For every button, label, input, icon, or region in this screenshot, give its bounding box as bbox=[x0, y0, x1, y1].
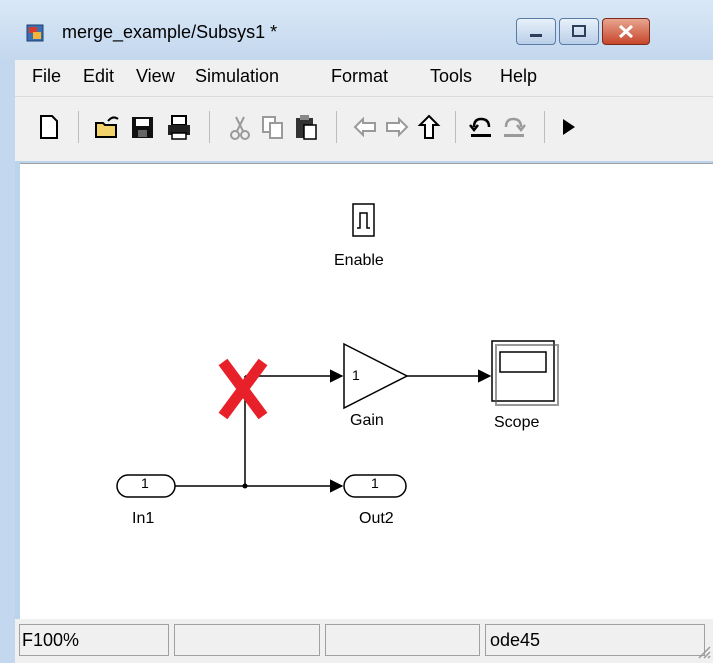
enable-label: Enable bbox=[334, 252, 384, 269]
enable-block[interactable] bbox=[352, 203, 375, 237]
status-zoom-cell: F100% bbox=[19, 624, 169, 656]
close-button[interactable] bbox=[602, 18, 650, 45]
toolbar bbox=[15, 96, 713, 161]
out2-port-number: 1 bbox=[371, 475, 379, 491]
status-cell-empty bbox=[174, 624, 320, 656]
forward-icon[interactable] bbox=[384, 113, 410, 141]
title-bar[interactable]: merge_example/Subsys1 * bbox=[0, 0, 713, 60]
cut-icon[interactable] bbox=[227, 113, 253, 141]
model-canvas[interactable]: Enable 1 Gain Scope 1 In1 1 Out2 bbox=[20, 163, 713, 619]
menu-edit[interactable]: Edit bbox=[83, 66, 114, 87]
menu-tools[interactable]: Tools bbox=[430, 66, 472, 87]
gain-label: Gain bbox=[350, 412, 384, 429]
play-icon[interactable] bbox=[556, 113, 582, 141]
maximize-button[interactable] bbox=[559, 18, 599, 45]
simulink-app-icon bbox=[26, 24, 44, 42]
menu-format[interactable]: Format bbox=[331, 66, 388, 87]
block-diagram bbox=[116, 203, 559, 498]
minimize-button[interactable] bbox=[516, 18, 556, 45]
open-icon[interactable] bbox=[94, 113, 120, 141]
undo-icon[interactable] bbox=[468, 113, 494, 141]
copy-icon[interactable] bbox=[260, 113, 286, 141]
in1-label: In1 bbox=[132, 510, 155, 527]
menu-help[interactable]: Help bbox=[500, 66, 537, 87]
zoom-level: 100% bbox=[33, 630, 80, 650]
error-x-mark bbox=[218, 358, 268, 420]
solver-cell: ode45 bbox=[485, 624, 705, 656]
status-cell-empty bbox=[325, 624, 480, 656]
scope-label: Scope bbox=[494, 414, 540, 431]
status-bar: F100% ode45 bbox=[15, 619, 713, 663]
gain-value: 1 bbox=[352, 367, 360, 383]
out2-label: Out2 bbox=[359, 510, 394, 527]
scope-block[interactable] bbox=[491, 340, 559, 406]
print-icon[interactable] bbox=[166, 113, 192, 141]
simulink-window: merge_example/Subsys1 * File Edit View S… bbox=[0, 0, 713, 663]
back-icon[interactable] bbox=[352, 113, 378, 141]
toolbar-separator bbox=[544, 111, 545, 143]
maximize-icon bbox=[572, 25, 586, 37]
menu-file[interactable]: File bbox=[32, 66, 61, 87]
redo-icon[interactable] bbox=[501, 113, 527, 141]
in1-port-number: 1 bbox=[141, 475, 149, 491]
menu-simulation[interactable]: Simulation bbox=[195, 66, 279, 87]
close-icon bbox=[618, 24, 634, 39]
window-title: merge_example/Subsys1 * bbox=[62, 22, 278, 42]
toolbar-separator bbox=[78, 111, 79, 143]
resize-grip-icon[interactable] bbox=[695, 643, 711, 659]
toolbar-separator bbox=[455, 111, 456, 143]
minimize-icon bbox=[530, 34, 542, 37]
new-icon[interactable] bbox=[36, 113, 62, 141]
menu-view[interactable]: View bbox=[136, 66, 175, 87]
toolbar-separator bbox=[209, 111, 210, 143]
status-cell-prefix: F bbox=[22, 630, 33, 650]
window-border bbox=[0, 60, 15, 663]
paste-icon[interactable] bbox=[293, 113, 319, 141]
save-icon[interactable] bbox=[130, 113, 156, 141]
up-icon[interactable] bbox=[416, 113, 442, 141]
signal-lines bbox=[175, 369, 492, 493]
toolbar-separator bbox=[336, 111, 337, 143]
menu-bar: File Edit View Simulation Format Tools H… bbox=[15, 60, 713, 96]
solver-name: ode45 bbox=[490, 630, 541, 650]
